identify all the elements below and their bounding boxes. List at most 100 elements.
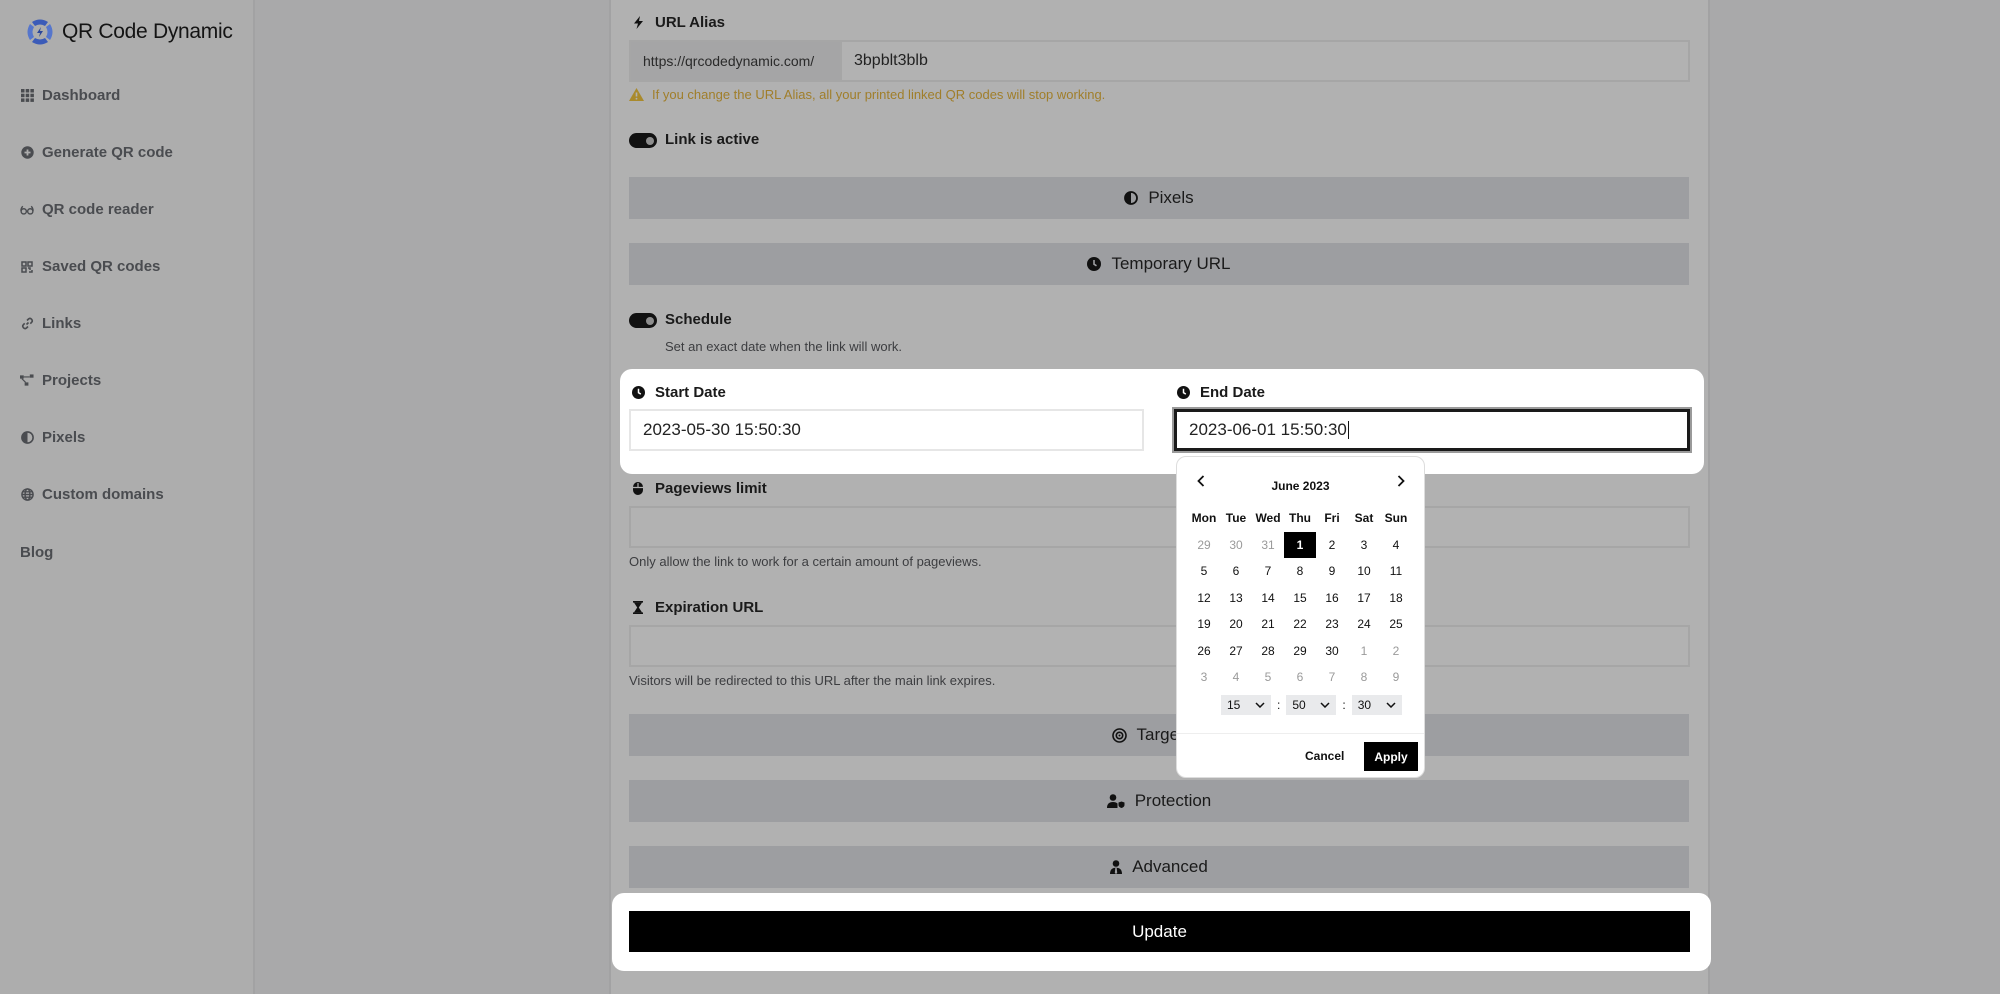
calendar-day[interactable]: 3: [1348, 532, 1380, 559]
brand-logo[interactable]: QR Code Dynamic: [24, 16, 233, 48]
calendar-day[interactable]: 4: [1380, 532, 1412, 559]
sidebar-item-qr-code-reader[interactable]: QR code reader: [20, 201, 154, 218]
user-tie-icon: [1110, 860, 1123, 874]
calendar-day[interactable]: 13: [1220, 585, 1252, 612]
calendar-day[interactable]: 2: [1316, 532, 1348, 559]
link-active-toggle[interactable]: [629, 133, 657, 148]
calendar-day[interactable]: 14: [1252, 585, 1284, 612]
start-date-input[interactable]: 2023-05-30 15:50:30: [629, 409, 1144, 451]
user-shield-icon: [1106, 794, 1125, 808]
calendar-day[interactable]: 29: [1188, 532, 1220, 559]
sidebar-item-pixels[interactable]: Pixels: [20, 429, 85, 446]
sidebar-item-label: Links: [42, 315, 82, 332]
calendar-day[interactable]: 22: [1284, 611, 1316, 638]
calendar-day[interactable]: 9: [1316, 558, 1348, 585]
calendar-day[interactable]: 30: [1316, 638, 1348, 665]
chevron-down-icon: [1255, 702, 1265, 708]
url-alias-input[interactable]: 3bpblt3blb: [840, 40, 1690, 82]
calendar-day[interactable]: 6: [1220, 558, 1252, 585]
calendar-day[interactable]: 11: [1380, 558, 1412, 585]
calendar-day[interactable]: 8: [1284, 558, 1316, 585]
calendar-day[interactable]: 10: [1348, 558, 1380, 585]
targeting-section-button[interactable]: Targeting: [629, 714, 1689, 756]
chevron-right-icon: [1397, 475, 1405, 487]
calendar-day[interactable]: 3: [1188, 664, 1220, 691]
calendar-day[interactable]: 15: [1284, 585, 1316, 612]
sidebar-item-blog[interactable]: Blog: [20, 544, 53, 561]
expiration-url-help: Visitors will be redirected to this URL …: [629, 673, 996, 688]
calendar-day[interactable]: 29: [1284, 638, 1316, 665]
globe-icon: [20, 488, 34, 502]
sidebar-item-label: Custom domains: [42, 486, 164, 503]
calendar-day[interactable]: 28: [1252, 638, 1284, 665]
next-month-button[interactable]: [1397, 474, 1405, 492]
calendar-day[interactable]: 9: [1380, 664, 1412, 691]
expiration-url-input[interactable]: [629, 625, 1690, 667]
calendar-day[interactable]: 7: [1252, 558, 1284, 585]
calendar-day[interactable]: 31: [1252, 532, 1284, 559]
calendar-day[interactable]: 30: [1220, 532, 1252, 559]
sidebar-item-label: Pixels: [42, 429, 86, 446]
calendar-day[interactable]: 12: [1188, 585, 1220, 612]
update-button[interactable]: Update: [629, 911, 1690, 952]
end-date-input[interactable]: 2023-06-01 15:50:30: [1172, 407, 1692, 453]
pageviews-limit-input[interactable]: [629, 506, 1690, 548]
pageviews-limit-label: Pageviews limit: [631, 480, 767, 497]
calendar-day[interactable]: 5: [1252, 664, 1284, 691]
date-picker: June 2023 Mon Tue Wed Thu Fri Sat Sun 29 30 31 1 2 3…: [1176, 456, 1425, 778]
calendar-day[interactable]: 18: [1380, 585, 1412, 612]
apply-button[interactable]: Apply: [1364, 742, 1418, 771]
calendar-day[interactable]: 1: [1348, 638, 1380, 665]
expiration-url-label: Expiration URL: [631, 599, 763, 616]
mouse-icon: [631, 482, 645, 496]
calendar-day[interactable]: 23: [1316, 611, 1348, 638]
calendar-day[interactable]: 5: [1188, 558, 1220, 585]
minute-select[interactable]: 50: [1286, 695, 1337, 715]
calendar-day[interactable]: 20: [1220, 611, 1252, 638]
sidebar-item-custom-domains[interactable]: Custom domains: [20, 486, 164, 503]
sidebar: QR Code Dynamic Dashboard Generate QR co…: [0, 0, 255, 994]
calendar-day[interactable]: 19: [1188, 611, 1220, 638]
calendar-day[interactable]: 8: [1348, 664, 1380, 691]
weekday-header: Sat: [1354, 511, 1374, 526]
calendar-day[interactable]: 2: [1380, 638, 1412, 665]
cancel-button[interactable]: Cancel: [1305, 743, 1344, 769]
hour-select[interactable]: 15: [1221, 695, 1271, 715]
calendar-day[interactable]: 21: [1252, 611, 1284, 638]
sidebar-item-projects[interactable]: Projects: [20, 372, 101, 389]
calendar-day[interactable]: 26: [1188, 638, 1220, 665]
calendar-day[interactable]: 17: [1348, 585, 1380, 612]
sidebar-item-saved-qr-codes[interactable]: Saved QR codes: [20, 258, 160, 275]
month-label: June 2023: [1271, 479, 1330, 493]
calendar-day[interactable]: 25: [1380, 611, 1412, 638]
hourglass-icon: [631, 601, 645, 615]
protection-section-button[interactable]: Protection: [629, 780, 1689, 822]
sidebar-item-generate-qr-code[interactable]: Generate QR code: [20, 144, 173, 161]
pixels-section-button[interactable]: Pixels: [629, 177, 1689, 219]
calendar-day[interactable]: 7: [1316, 664, 1348, 691]
weekday-header: Sun: [1384, 511, 1408, 526]
calendar-day[interactable]: 24: [1348, 611, 1380, 638]
calendar-day[interactable]: 6: [1284, 664, 1316, 691]
clock-icon: [1176, 386, 1190, 400]
calendar-grid: Mon Tue Wed Thu Fri Sat Sun 29 30 31 1 2 3 4 5 6 7 8 9 10 11…: [1188, 505, 1412, 691]
second-select[interactable]: 30: [1351, 695, 1402, 715]
calendar-day[interactable]: 4: [1220, 664, 1252, 691]
brand-name: QR Code Dynamic: [62, 20, 233, 43]
sidebar-item-label: Projects: [42, 372, 102, 389]
adjust-icon: [20, 431, 34, 445]
time-selector: 15 : 50 : 30: [1221, 695, 1402, 715]
time-separator: :: [1277, 698, 1281, 712]
logo-icon: [27, 19, 53, 45]
temporary-url-section-button[interactable]: Temporary URL: [629, 243, 1689, 285]
sidebar-item-links[interactable]: Links: [20, 315, 81, 332]
calendar-day[interactable]: 27: [1220, 638, 1252, 665]
calendar-day[interactable]: 16: [1316, 585, 1348, 612]
chevron-down-icon: [1386, 702, 1396, 708]
bullseye-icon: [1111, 727, 1127, 743]
text-cursor: [1347, 421, 1349, 439]
advanced-section-button[interactable]: Advanced: [629, 846, 1689, 888]
schedule-toggle[interactable]: [629, 313, 657, 328]
sidebar-item-dashboard[interactable]: Dashboard: [20, 87, 120, 104]
calendar-day-selected[interactable]: 1: [1284, 531, 1316, 558]
